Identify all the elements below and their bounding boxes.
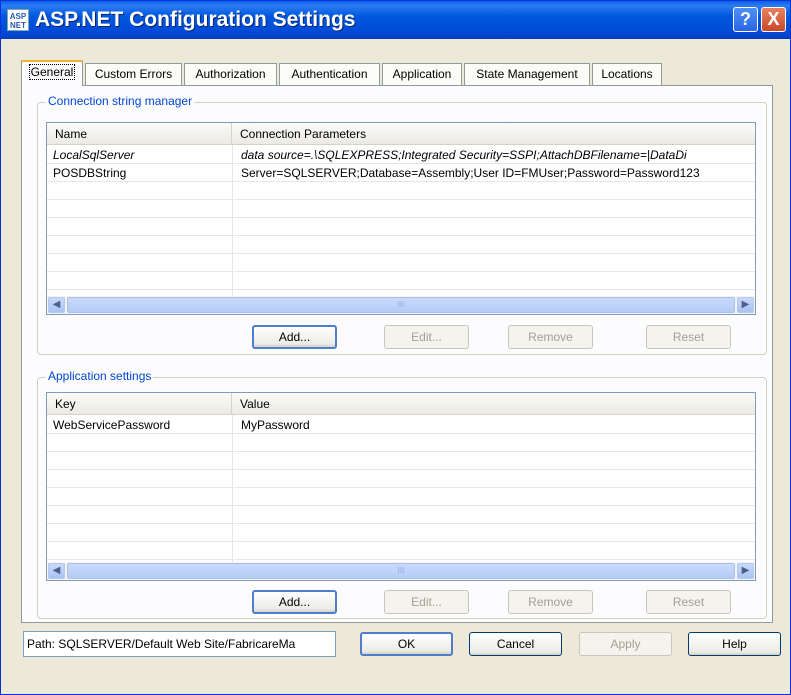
tab-panel-general: Connection string manager Name Connectio… [21, 85, 773, 623]
tab-authorization[interactable]: Authorization [184, 63, 277, 85]
empty-row [47, 506, 755, 524]
column-header-name[interactable]: Name [47, 123, 232, 145]
connection-reset-button[interactable]: Reset [646, 325, 731, 349]
column-header-key[interactable]: Key [47, 393, 232, 415]
connection-add-button[interactable]: Add... [252, 325, 337, 349]
empty-row [47, 236, 755, 254]
list-header: Name Connection Parameters [47, 123, 755, 145]
ok-button[interactable]: OK [360, 632, 453, 656]
list-item[interactable]: POSDBString Server=SQLSERVER;Database=As… [47, 164, 755, 182]
tab-authentication[interactable]: Authentication [279, 63, 380, 85]
group-title: Application settings [46, 369, 154, 383]
help-icon[interactable]: ? [733, 7, 758, 32]
application-settings-group: Application settings Key Value WebServic… [37, 369, 767, 619]
horizontal-scrollbar[interactable]: ◀ III ▶ [47, 562, 755, 580]
connection-params: data source=.\SQLEXPRESS;Integrated Secu… [241, 148, 687, 162]
setting-key: WebServicePassword [53, 418, 171, 432]
scroll-left-icon[interactable]: ◀ [48, 563, 65, 579]
group-title: Connection string manager [46, 94, 195, 108]
connection-remove-button[interactable]: Remove [508, 325, 593, 349]
application-settings-list[interactable]: Key Value WebServicePassword MyPassword … [46, 392, 756, 581]
path-field[interactable]: Path: SQLSERVER/Default Web Site/Fabrica… [23, 631, 336, 657]
connection-name: LocalSqlServer [53, 148, 135, 162]
scroll-right-icon[interactable]: ▶ [737, 297, 754, 313]
tab-custom-errors[interactable]: Custom Errors [85, 63, 182, 85]
connection-string-list[interactable]: Name Connection Parameters LocalSqlServe… [46, 122, 756, 315]
column-header-value[interactable]: Value [232, 393, 755, 415]
cancel-button[interactable]: Cancel [469, 632, 562, 656]
setting-value: MyPassword [241, 418, 310, 432]
tab-strip: General Custom Errors Authorization Auth… [21, 60, 771, 86]
empty-row [47, 488, 755, 506]
empty-row [47, 254, 755, 272]
setting-add-button[interactable]: Add... [252, 590, 337, 614]
list-item[interactable]: WebServicePassword MyPassword [47, 416, 755, 434]
aspnet-logo-icon: ASP NET [7, 9, 29, 31]
list-item[interactable]: LocalSqlServer data source=.\SQLEXPRESS;… [47, 146, 755, 164]
scroll-left-icon[interactable]: ◀ [48, 297, 65, 313]
connection-name: POSDBString [53, 166, 127, 180]
empty-row [47, 434, 755, 452]
setting-reset-button[interactable]: Reset [646, 590, 731, 614]
scroll-thumb[interactable]: III [67, 297, 735, 313]
tab-locations[interactable]: Locations [592, 63, 662, 85]
empty-row [47, 218, 755, 236]
title-bar[interactable]: ASP NET ASP.NET Configuration Settings ?… [1, 1, 790, 39]
empty-row [47, 470, 755, 488]
close-icon[interactable]: X [761, 7, 786, 32]
window-title: ASP.NET Configuration Settings [35, 8, 356, 31]
tab-state-management[interactable]: State Management [464, 63, 590, 85]
setting-remove-button[interactable]: Remove [508, 590, 593, 614]
empty-row [47, 182, 755, 200]
apply-button[interactable]: Apply [579, 632, 672, 656]
empty-row [47, 272, 755, 290]
list-header: Key Value [47, 393, 755, 415]
tab-application[interactable]: Application [382, 63, 462, 85]
connection-params: Server=SQLSERVER;Database=Assembly;User … [241, 166, 700, 180]
empty-row [47, 524, 755, 542]
connection-edit-button[interactable]: Edit... [384, 325, 469, 349]
horizontal-scrollbar[interactable]: ◀ III ▶ [47, 296, 755, 314]
connection-string-group: Connection string manager Name Connectio… [37, 94, 767, 355]
help-button[interactable]: Help [688, 632, 781, 656]
scroll-right-icon[interactable]: ▶ [737, 563, 754, 579]
tab-label: General [28, 64, 76, 80]
setting-edit-button[interactable]: Edit... [384, 590, 469, 614]
empty-row [47, 542, 755, 560]
tab-general[interactable]: General [21, 60, 83, 86]
empty-row [47, 452, 755, 470]
column-header-connection-parameters[interactable]: Connection Parameters [232, 123, 755, 145]
config-settings-window: ASP NET ASP.NET Configuration Settings ?… [0, 0, 791, 695]
scroll-thumb[interactable]: III [67, 563, 735, 579]
empty-row [47, 200, 755, 218]
